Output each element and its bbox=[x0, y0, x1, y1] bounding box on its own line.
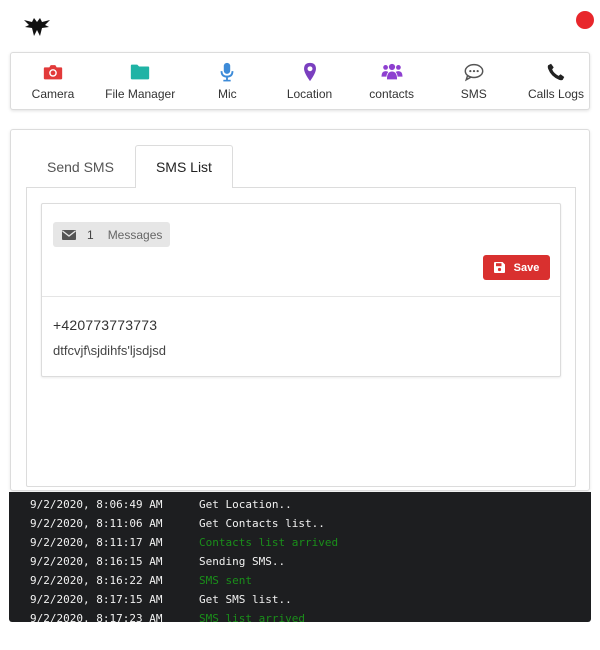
sms-list-panel: 1 Messages Save +420773773773 dtfcvjf\sj… bbox=[26, 187, 576, 487]
log-timestamp: 9/2/2020, 8:16:15 AM bbox=[30, 555, 163, 568]
save-button[interactable]: Save bbox=[483, 255, 550, 280]
log-timestamp: 9/2/2020, 8:16:22 AM bbox=[30, 574, 163, 587]
tab-sms-list[interactable]: SMS List bbox=[134, 145, 233, 188]
log-message: Contacts list arrived bbox=[199, 536, 339, 549]
console-log[interactable]: 9/2/2020, 8:06:49 AM Get Location.. 9/2/… bbox=[9, 492, 591, 622]
log-message: Get Contacts list.. bbox=[199, 517, 325, 530]
list-item[interactable]: +420773773773 dtfcvjf\sjdihfs'ljsdjsd bbox=[42, 297, 560, 358]
log-timestamp: 9/2/2020, 8:17:23 AM bbox=[30, 612, 163, 622]
microphone-icon bbox=[220, 62, 234, 82]
eagle-logo-icon bbox=[24, 18, 50, 36]
log-line: 9/2/2020, 8:11:06 AM Get Contacts list.. bbox=[30, 516, 591, 535]
users-icon bbox=[381, 63, 403, 80]
log-line: 9/2/2020, 8:17:15 AM Get SMS list.. bbox=[30, 592, 591, 611]
folder-icon bbox=[131, 64, 150, 80]
app-page: Camera File Manager Mic Location contact… bbox=[0, 0, 600, 650]
message-count: 1 bbox=[87, 227, 94, 242]
location-label: Location bbox=[286, 87, 333, 101]
tab-bar: Send SMS SMS List bbox=[26, 145, 233, 188]
location-button[interactable]: Location bbox=[280, 61, 340, 101]
log-timestamp: 9/2/2020, 8:11:06 AM bbox=[30, 517, 163, 530]
message-count-badge: 1 Messages bbox=[53, 222, 170, 247]
envelope-icon bbox=[62, 229, 76, 240]
log-message: Get Location.. bbox=[199, 498, 292, 511]
message-count-label: Messages bbox=[107, 227, 163, 242]
log-line: 9/2/2020, 8:16:22 AM SMS sent bbox=[30, 573, 591, 592]
sms-message-body: dtfcvjf\sjdihfs'ljsdjsd bbox=[53, 343, 167, 358]
log-message: SMS sent bbox=[199, 574, 252, 587]
sms-list-header: 1 Messages Save bbox=[42, 204, 560, 297]
camera-label: Camera bbox=[31, 87, 75, 101]
contacts-label: contacts bbox=[369, 87, 414, 101]
log-line: 9/2/2020, 8:16:15 AM Sending SMS.. bbox=[30, 554, 591, 573]
log-timestamp: 9/2/2020, 8:06:49 AM bbox=[30, 498, 163, 511]
mic-button[interactable]: Mic bbox=[197, 61, 257, 101]
contacts-button[interactable]: contacts bbox=[362, 61, 422, 101]
mic-label: Mic bbox=[218, 87, 237, 101]
sms-sender-number: +420773773773 bbox=[53, 317, 158, 333]
sms-button[interactable]: SMS bbox=[444, 61, 504, 101]
calls-logs-button[interactable]: Calls Logs bbox=[526, 61, 586, 101]
location-pin-icon bbox=[303, 62, 316, 82]
floppy-disk-icon bbox=[493, 262, 505, 273]
tab-send-sms[interactable]: Send SMS bbox=[26, 145, 135, 188]
file-manager-button[interactable]: File Manager bbox=[105, 61, 175, 101]
log-timestamp: 9/2/2020, 8:11:17 AM bbox=[30, 536, 163, 549]
camera-button[interactable]: Camera bbox=[23, 61, 83, 101]
log-message: Get SMS list.. bbox=[199, 593, 292, 606]
log-message: Sending SMS.. bbox=[199, 555, 286, 568]
sms-label: SMS bbox=[460, 87, 487, 101]
save-label: Save bbox=[513, 261, 540, 274]
feature-toolbar: Camera File Manager Mic Location contact… bbox=[10, 52, 590, 110]
sms-list-box: 1 Messages Save +420773773773 dtfcvjf\sj… bbox=[41, 203, 561, 377]
log-timestamp: 9/2/2020, 8:17:15 AM bbox=[30, 593, 163, 606]
status-indicator bbox=[576, 11, 594, 29]
log-line: 9/2/2020, 8:11:17 AM Contacts list arriv… bbox=[30, 535, 591, 554]
calls-logs-label: Calls Logs bbox=[527, 87, 584, 101]
camera-icon bbox=[43, 65, 63, 80]
file-manager-label: File Manager bbox=[105, 87, 176, 101]
sms-card: Send SMS SMS List 1 Messages Save +42077… bbox=[10, 129, 590, 491]
log-line: 9/2/2020, 8:06:49 AM Get Location.. bbox=[30, 497, 591, 516]
chat-bubble-icon bbox=[464, 63, 484, 82]
log-message: SMS list arrived bbox=[199, 612, 305, 622]
log-line: 9/2/2020, 8:17:23 AM SMS list arrived bbox=[30, 611, 591, 622]
phone-icon bbox=[547, 63, 565, 81]
